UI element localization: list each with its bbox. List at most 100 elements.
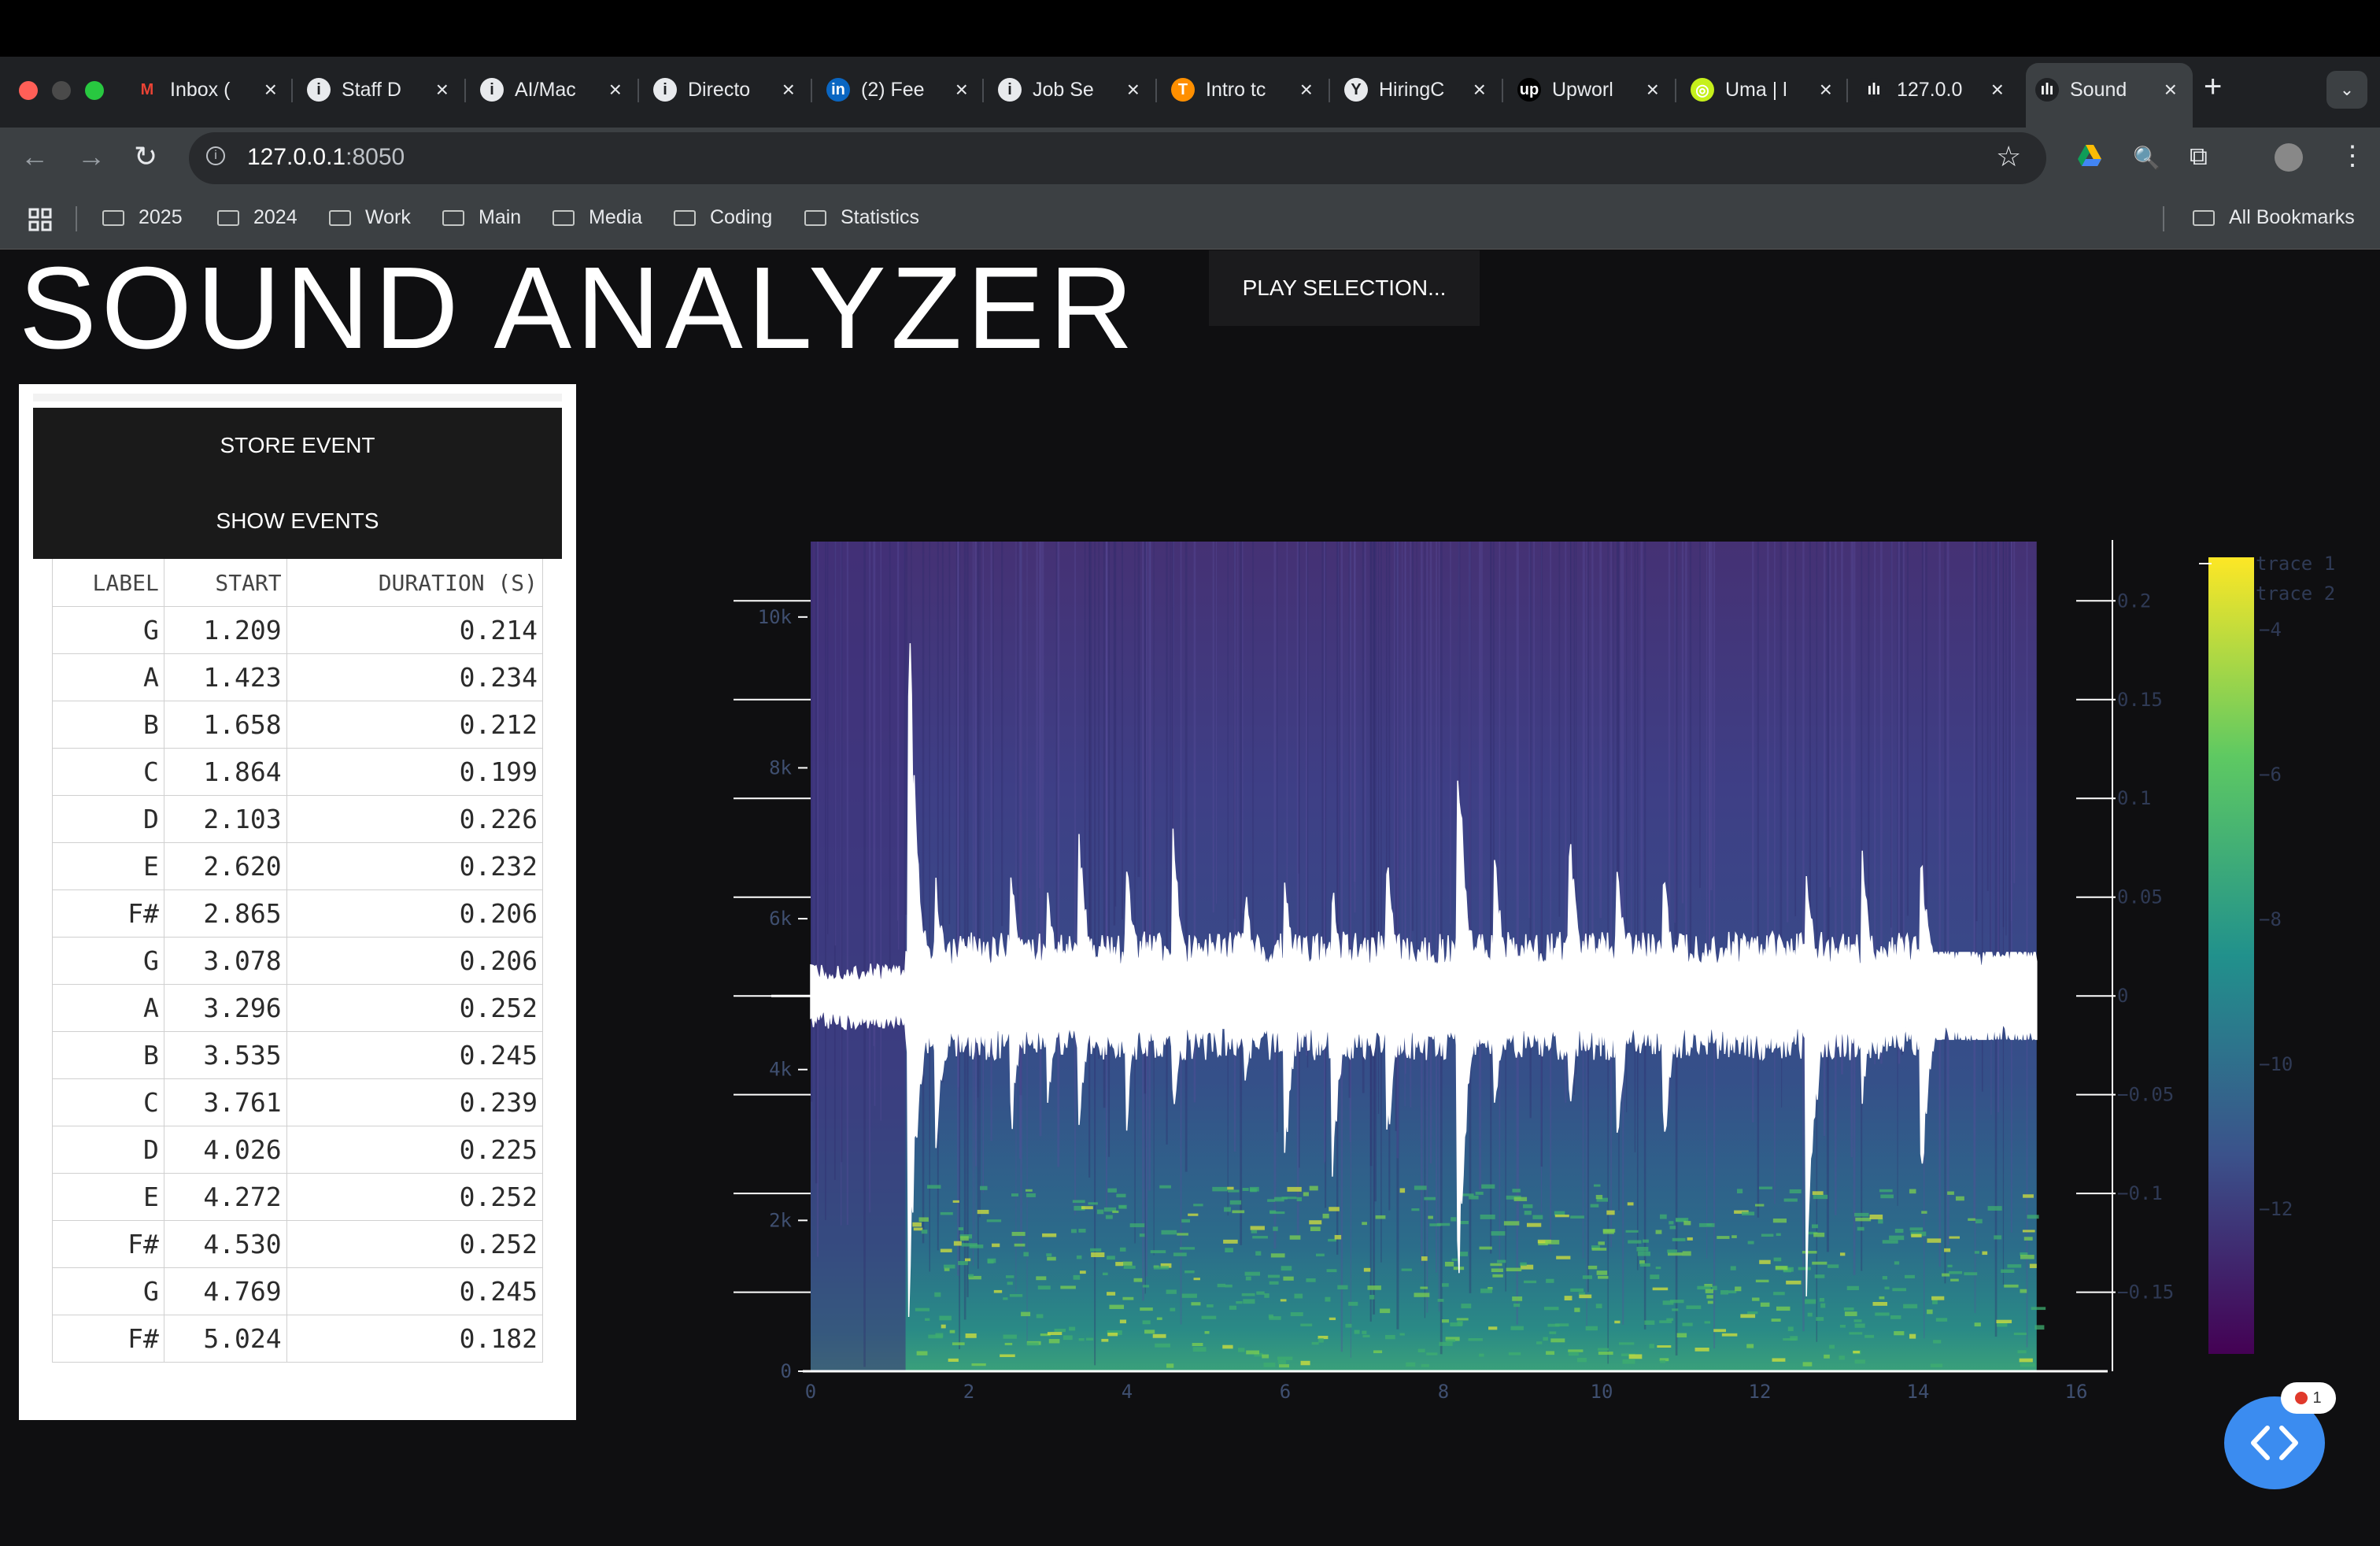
start-cell[interactable]: 3.761 [163, 1078, 287, 1126]
table-row[interactable]: A 1.423 0.234 [52, 653, 544, 701]
close-tab-icon[interactable]: × [1127, 77, 1140, 102]
column-header-duration[interactable]: DURATION (S) [286, 559, 544, 607]
close-tab-icon[interactable]: × [609, 77, 622, 102]
table-row[interactable]: C 1.864 0.199 [52, 748, 544, 796]
start-cell[interactable]: 2.865 [163, 890, 287, 938]
start-cell[interactable]: 4.272 [163, 1173, 287, 1221]
google-drive-icon[interactable] [2078, 145, 2101, 167]
back-icon[interactable]: ← [20, 140, 49, 173]
table-row[interactable]: F# 4.530 0.252 [52, 1220, 544, 1268]
duration-cell[interactable]: 0.245 [286, 1031, 544, 1079]
url-text[interactable]: 127.0.0.1:8050 [247, 144, 405, 171]
browser-menu-icon[interactable]: ⋮ [2339, 140, 2366, 172]
duration-cell[interactable]: 0.212 [286, 701, 544, 749]
start-cell[interactable]: 1.658 [163, 701, 287, 749]
tab-3[interactable]: i AI/Mac × [480, 72, 622, 107]
column-header-label[interactable]: LABEL [52, 559, 164, 607]
start-cell[interactable]: 1.209 [163, 606, 287, 654]
table-row[interactable]: A 3.296 0.252 [52, 984, 544, 1032]
close-tab-icon[interactable]: × [1473, 77, 1486, 102]
duration-cell[interactable]: 0.206 [286, 890, 544, 938]
spectrogram-chart[interactable]: 0 2 4 6 8 10 12 14 16 0 2k 4k 6k 8k 10k −0.15 −0.1 −0.05 0… [677, 520, 2377, 1401]
play-selection-button[interactable]: PLAY SELECTION... [1209, 250, 1480, 326]
tab-8[interactable]: Y HiringC × [1344, 72, 1486, 107]
table-row[interactable]: E 2.620 0.232 [52, 842, 544, 890]
bookmark-folder-coding[interactable]: Coding [674, 206, 772, 229]
bookmark-folder-main[interactable]: Main [442, 206, 521, 229]
search-extension-icon[interactable]: 🔍 [2133, 145, 2160, 171]
start-cell[interactable]: 4.530 [163, 1220, 287, 1268]
bookmark-folder-work[interactable]: Work [329, 206, 411, 229]
start-cell[interactable]: 1.423 [163, 653, 287, 701]
forward-icon[interactable]: → [77, 140, 105, 173]
error-badge[interactable]: 1 [2281, 1382, 2336, 1414]
start-cell[interactable]: 3.296 [163, 984, 287, 1032]
label-cell[interactable]: E [52, 1173, 164, 1221]
show-events-button[interactable]: SHOW EVENTS [33, 483, 562, 559]
tab-6[interactable]: i Job Se × [998, 72, 1140, 107]
table-row[interactable]: F# 2.865 0.206 [52, 890, 544, 938]
duration-cell[interactable]: 0.252 [286, 984, 544, 1032]
tab-9[interactable]: up Upworl × [1517, 72, 1659, 107]
close-tab-icon[interactable]: × [1820, 77, 1832, 102]
table-row[interactable]: D 4.026 0.225 [52, 1126, 544, 1174]
address-bar[interactable] [189, 132, 2046, 184]
panel-scrollbar[interactable] [33, 394, 562, 401]
duration-cell[interactable]: 0.252 [286, 1173, 544, 1221]
apps-grid-icon[interactable] [28, 208, 52, 231]
close-tab-icon[interactable]: × [436, 77, 449, 102]
tab-7[interactable]: T Intro tc × [1171, 72, 1313, 107]
start-cell[interactable]: 2.620 [163, 842, 287, 890]
minimize-window-icon[interactable] [52, 81, 71, 100]
table-row[interactable]: G 3.078 0.206 [52, 937, 544, 985]
bookmark-folder-2025[interactable]: 2025 [102, 206, 183, 229]
duration-cell[interactable]: 0.226 [286, 795, 544, 843]
tab-12[interactable]: ılı Sound × [2035, 72, 2177, 107]
label-cell[interactable]: F# [52, 890, 164, 938]
reload-icon[interactable]: ↻ [134, 140, 157, 173]
bookmark-folder-2024[interactable]: 2024 [217, 206, 298, 229]
label-cell[interactable]: F# [52, 1220, 164, 1268]
duration-cell[interactable]: 0.234 [286, 653, 544, 701]
duration-cell[interactable]: 0.239 [286, 1078, 544, 1126]
table-row[interactable]: B 3.535 0.245 [52, 1031, 544, 1079]
label-cell[interactable]: G [52, 606, 164, 654]
table-row[interactable]: B 1.658 0.212 [52, 701, 544, 749]
column-header-start[interactable]: START [163, 559, 287, 607]
start-cell[interactable]: 4.026 [163, 1126, 287, 1174]
close-tab-icon[interactable]: × [2164, 77, 2177, 102]
tab-1[interactable]: M Inbox (× [135, 72, 277, 107]
duration-cell[interactable]: 0.225 [286, 1126, 544, 1174]
extensions-icon[interactable]: ⧉ [2190, 142, 2208, 172]
tab-4[interactable]: i Directo × [653, 72, 795, 107]
table-row[interactable]: E 4.272 0.252 [52, 1173, 544, 1221]
start-cell[interactable]: 1.864 [163, 748, 287, 796]
duration-cell[interactable]: 0.232 [286, 842, 544, 890]
start-cell[interactable]: 5.024 [163, 1315, 287, 1363]
label-cell[interactable]: A [52, 653, 164, 701]
tab-2[interactable]: i Staff D × [307, 72, 449, 107]
close-tab-icon[interactable]: × [264, 77, 277, 102]
close-tab-icon[interactable]: × [1646, 77, 1659, 102]
label-cell[interactable]: C [52, 748, 164, 796]
duration-cell[interactable]: 0.199 [286, 748, 544, 796]
new-tab-icon[interactable]: + [2204, 69, 2222, 105]
table-row[interactable]: F# 5.024 0.182 [52, 1315, 544, 1363]
table-row[interactable]: D 2.103 0.226 [52, 795, 544, 843]
tab-5[interactable]: in (2) Fee × [826, 72, 968, 107]
label-cell[interactable]: D [52, 1126, 164, 1174]
label-cell[interactable]: C [52, 1078, 164, 1126]
duration-cell[interactable]: 0.206 [286, 937, 544, 985]
label-cell[interactable]: B [52, 1031, 164, 1079]
duration-cell[interactable]: 0.182 [286, 1315, 544, 1363]
profile-avatar[interactable] [2275, 143, 2303, 172]
close-tab-icon[interactable]: × [782, 77, 795, 102]
bookmark-folder-media[interactable]: Media [552, 206, 642, 229]
label-cell[interactable]: D [52, 795, 164, 843]
store-event-button[interactable]: STORE EVENT [33, 408, 562, 483]
close-tab-icon[interactable]: × [1300, 77, 1313, 102]
duration-cell[interactable]: 0.245 [286, 1267, 544, 1315]
table-row[interactable]: G 1.209 0.214 [52, 606, 544, 654]
start-cell[interactable]: 4.769 [163, 1267, 287, 1315]
label-cell[interactable]: A [52, 984, 164, 1032]
